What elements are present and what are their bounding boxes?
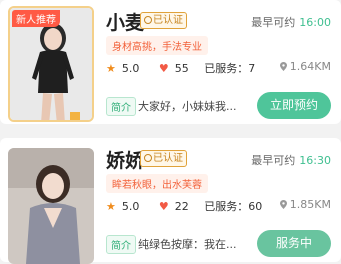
provider-tag: 眸若秋眼，出水芙蓉: [106, 174, 208, 193]
rating-value: 5.0: [121, 200, 140, 213]
earliest-label: 最早可约: [251, 154, 296, 167]
location-pin-icon: [279, 62, 287, 71]
earliest-label: 最早可约: [251, 16, 296, 29]
verified-badge: 已认证: [140, 150, 187, 167]
distance: 1.85KM: [279, 198, 331, 211]
verified-badge-icon: [144, 16, 152, 24]
likes-count: 55: [174, 62, 189, 75]
intro-text: 纯绿色按摩：我在...: [138, 238, 237, 251]
served-count: 已服务：7: [204, 62, 256, 75]
distance-value: 1.85KM: [289, 198, 331, 211]
provider-card[interactable]: 娇娇 已认证 最早可约 16:30 眸若秋眼，出水芙蓉 ★ 5.0 ♥ 22 已服务：…: [0, 138, 341, 264]
served-count: 已服务：60: [204, 200, 263, 213]
provider-tag: 身材高挑，手法专业: [106, 36, 208, 55]
heart-icon: ♥: [158, 62, 169, 75]
provider-stats: ★ 5.0 ♥ 22 已服务：60: [106, 198, 268, 214]
in-service-button[interactable]: 服务中: [257, 230, 331, 257]
provider-name: 小麦: [106, 12, 145, 34]
intro-label: 简介: [106, 235, 136, 254]
provider-card[interactable]: 新人推荐 小麦 已认证 最早可约 16:00 身材高挑，手法专业 ★ 5.0 ♥ 55…: [0, 0, 341, 124]
likes-count: 22: [174, 200, 189, 213]
verified-badge: 已认证: [140, 12, 187, 29]
rating-value: 5.0: [121, 62, 140, 75]
earliest-available: 最早可约 16:00: [251, 14, 331, 30]
provider-name: 娇娇: [106, 150, 145, 172]
verified-label: 已认证: [153, 15, 183, 26]
star-icon: ★: [106, 200, 116, 213]
star-icon: ★: [106, 62, 116, 75]
new-recommend-ribbon: 新人推荐: [12, 10, 60, 27]
earliest-available: 最早可约 16:30: [251, 152, 331, 168]
earliest-time: 16:00: [299, 16, 331, 29]
intro-text: 大家好，小妹妹我...: [138, 100, 237, 113]
distance: 1.64KM: [279, 60, 331, 73]
distance-value: 1.64KM: [289, 60, 331, 73]
book-now-button[interactable]: 立即预约: [257, 92, 331, 119]
verified-badge-icon: [144, 154, 152, 162]
heart-icon: ♥: [158, 200, 169, 213]
verified-label: 已认证: [153, 153, 183, 164]
provider-stats: ★ 5.0 ♥ 55 已服务：7: [106, 60, 261, 76]
provider-photo[interactable]: [8, 148, 94, 264]
intro-label: 简介: [106, 97, 136, 116]
provider-photo[interactable]: 新人推荐: [8, 6, 94, 122]
earliest-time: 16:30: [299, 154, 331, 167]
location-pin-icon: [279, 200, 287, 209]
